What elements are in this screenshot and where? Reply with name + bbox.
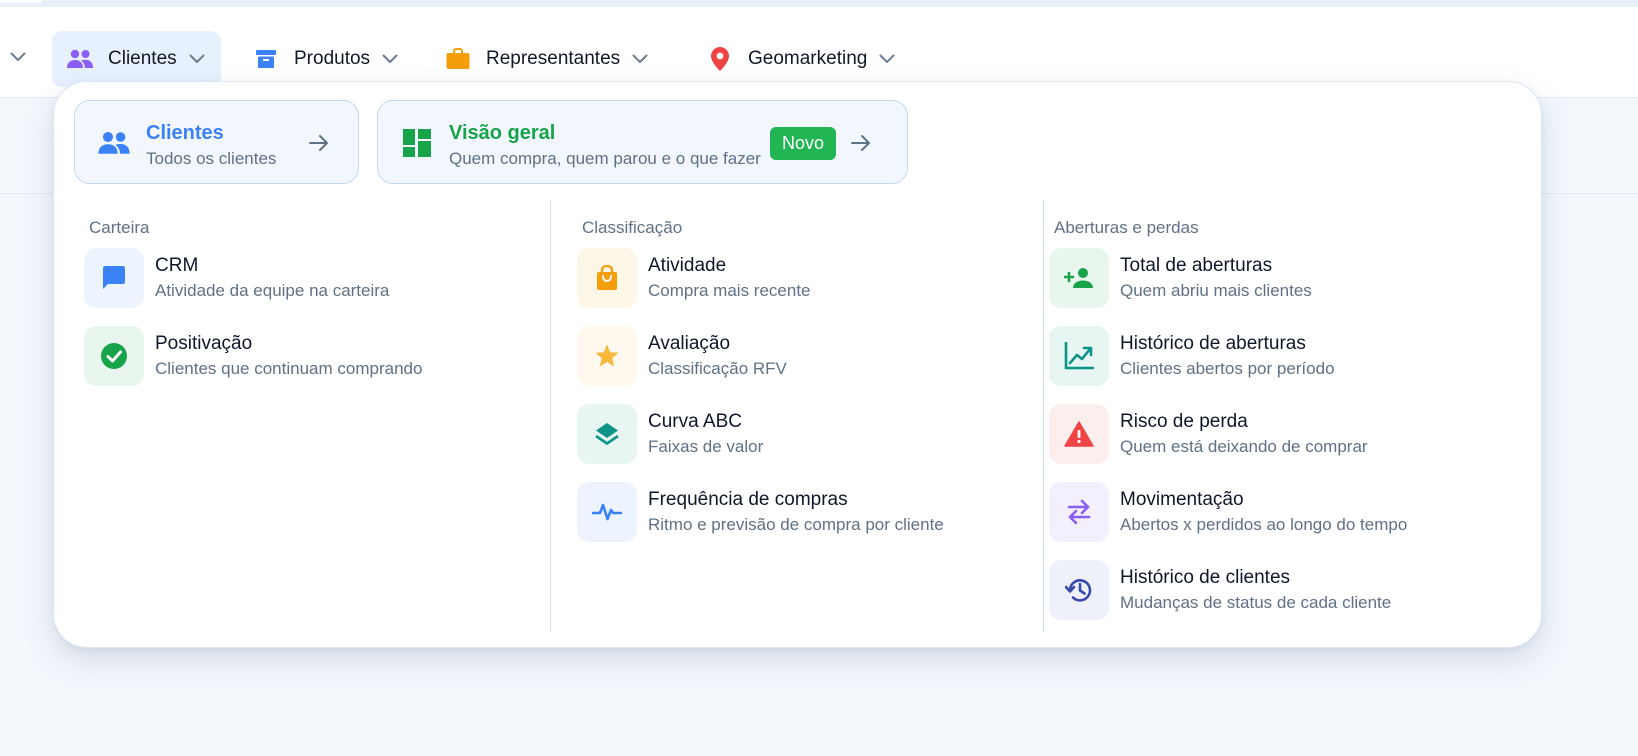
dashboard-icon — [400, 126, 434, 160]
new-badge: Novo — [770, 127, 837, 160]
chevron-down-icon — [877, 49, 897, 69]
chat-bubble-icon — [84, 248, 144, 308]
nav-label: Produtos — [294, 48, 371, 69]
menu-item-desc: Clientes que continuam comprando — [155, 359, 423, 378]
nav-item-produtos[interactable]: Produtos — [238, 31, 414, 87]
arrow-right-icon — [849, 131, 873, 155]
menu-item-name: Risco de perda — [1120, 411, 1248, 432]
top-strip-nub — [0, 0, 42, 3]
featured-link-clientes[interactable]: Clientes Todos os clientes — [74, 100, 359, 184]
column-divider — [550, 200, 551, 632]
menu-item-name: Atividade — [648, 255, 727, 276]
nav-item-geomarketing[interactable]: Geomarketing — [692, 31, 911, 87]
menu-item-desc: Classificação RFV — [648, 359, 787, 378]
chevron-down-icon[interactable] — [8, 47, 28, 67]
menu-item-crm[interactable]: CRM Atividade da equipe na carteira — [84, 248, 524, 326]
featured-title: Visão geral — [449, 122, 556, 144]
featured-subtitle: Todos os clientes — [146, 149, 277, 168]
menu-item-desc: Mudanças de status de cada cliente — [1120, 593, 1392, 612]
column-title: Classificação — [582, 218, 683, 237]
menu-item-desc: Clientes abertos por período — [1120, 359, 1335, 378]
warning-triangle-icon — [1049, 404, 1109, 464]
menu-column-classificacao: Classificação Atividade Compra mais rece… — [577, 218, 1017, 542]
menu-item-avaliacao[interactable]: Avaliação Classificação RFV — [577, 326, 1017, 404]
menu-item-name: Curva ABC — [648, 411, 742, 432]
menu-item-risco-de-perda[interactable]: Risco de perda Quem está deixando de com… — [1049, 404, 1489, 482]
pulse-icon — [577, 482, 637, 542]
location-pin-icon — [706, 45, 734, 73]
chevron-down-icon — [187, 49, 207, 69]
menu-item-desc: Atividade da equipe na carteira — [155, 281, 390, 300]
history-clock-icon — [1049, 560, 1109, 620]
menu-column-aberturas-e-perdas: Aberturas e perdas Total de aberturas Qu… — [1049, 218, 1489, 620]
menu-item-name: Frequência de compras — [648, 489, 848, 510]
nav-label: Representantes — [486, 48, 621, 69]
chevron-down-icon — [380, 49, 400, 69]
menu-column-carteira: Carteira CRM Atividade da equipe na cart… — [84, 218, 524, 386]
menu-item-historico-de-aberturas[interactable]: Histórico de aberturas Clientes abertos … — [1049, 326, 1489, 404]
nav-item-clientes[interactable]: Clientes — [52, 31, 221, 87]
column-title: Carteira — [89, 218, 150, 237]
menu-item-desc: Faixas de valor — [648, 437, 764, 456]
archive-box-icon — [252, 45, 280, 73]
menu-item-atividade[interactable]: Atividade Compra mais recente — [577, 248, 1017, 326]
featured-subtitle: Quem compra, quem parou e o que fazer — [449, 149, 761, 168]
shopping-bag-icon — [577, 248, 637, 308]
menu-item-name: Histórico de aberturas — [1120, 333, 1306, 354]
chevron-down-icon — [630, 49, 650, 69]
menu-item-name: Movimentação — [1120, 489, 1244, 510]
menu-item-total-de-aberturas[interactable]: Total de aberturas Quem abriu mais clien… — [1049, 248, 1489, 326]
briefcase-icon — [444, 45, 472, 73]
layers-icon — [577, 404, 637, 464]
featured-link-visao-geral[interactable]: Visão geral Quem compra, quem parou e o … — [377, 100, 908, 184]
person-add-icon — [1049, 248, 1109, 308]
people-icon — [97, 126, 131, 160]
nav-item-representantes[interactable]: Representantes — [430, 31, 664, 87]
star-icon — [577, 326, 637, 386]
menu-item-positivacao[interactable]: Positivação Clientes que continuam compr… — [84, 326, 524, 404]
top-strip — [0, 0, 1638, 7]
menu-item-desc: Compra mais recente — [648, 281, 811, 300]
column-title: Aberturas e perdas — [1054, 218, 1199, 237]
menu-item-historico-de-clientes[interactable]: Histórico de clientes Mudanças de status… — [1049, 560, 1489, 638]
nav-label: Geomarketing — [748, 48, 868, 69]
trending-chart-icon — [1049, 326, 1109, 386]
menu-item-movimentacao[interactable]: Movimentação Abertos x perdidos ao longo… — [1049, 482, 1489, 560]
menu-item-name: Avaliação — [648, 333, 731, 354]
menu-item-desc: Quem está deixando de comprar — [1120, 437, 1368, 456]
swap-arrows-icon — [1049, 482, 1109, 542]
check-circle-icon — [84, 326, 144, 386]
menu-item-desc: Abertos x perdidos ao longo do tempo — [1120, 515, 1408, 534]
featured-title: Clientes — [146, 122, 224, 144]
menu-item-name: Total de aberturas — [1120, 255, 1273, 276]
menu-item-name: Positivação — [155, 333, 253, 354]
arrow-right-icon — [307, 131, 331, 155]
menu-item-frequencia-de-compras[interactable]: Frequência de compras Ritmo e previsão d… — [577, 482, 1017, 560]
nav-label: Clientes — [108, 48, 177, 69]
menu-item-name: CRM — [155, 255, 199, 276]
people-icon — [66, 45, 94, 73]
column-divider — [1043, 200, 1044, 632]
menu-item-desc: Quem abriu mais clientes — [1120, 281, 1312, 300]
menu-item-curva-abc[interactable]: Curva ABC Faixas de valor — [577, 404, 1017, 482]
menu-item-name: Histórico de clientes — [1120, 567, 1291, 588]
menu-item-desc: Ritmo e previsão de compra por cliente — [648, 515, 944, 534]
clientes-dropdown-menu: Clientes Todos os clientes Visão geral Q… — [53, 81, 1542, 648]
